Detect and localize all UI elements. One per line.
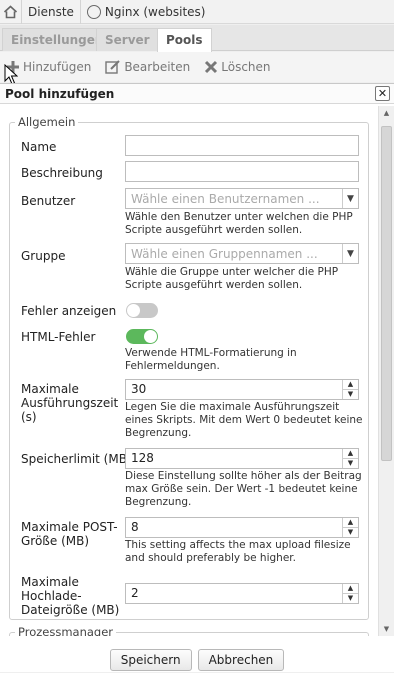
close-icon: ✕: [377, 87, 388, 100]
post-max-input[interactable]: 8 ▲ ▼: [125, 517, 359, 538]
spin-up-icon[interactable]: ▲: [343, 584, 358, 594]
close-button[interactable]: ✕: [375, 86, 390, 101]
upload-max-label: Maximale Hochlade-Dateigröße (MB): [21, 575, 120, 617]
scroll-up-icon[interactable]: ▲: [379, 106, 394, 120]
process-manager-legend: Prozessmanager: [15, 625, 117, 636]
spin-down-icon[interactable]: ▼: [343, 459, 358, 469]
spin-down-icon[interactable]: ▼: [343, 594, 358, 604]
max-exec-time-input[interactable]: 30 ▲ ▼: [125, 379, 359, 400]
chevron-down-icon: ▼: [342, 189, 358, 208]
html-errors-help: Verwende HTML-Formatierung in Fehlermeld…: [125, 347, 297, 372]
cancel-button[interactable]: Abbrechen: [197, 648, 285, 671]
scrollbar-thumb[interactable]: [381, 126, 392, 461]
memory-limit-label: Speicherlimit (MB): [21, 452, 132, 466]
general-legend: Allgemein: [15, 115, 79, 129]
spin-down-icon[interactable]: ▼: [343, 390, 358, 400]
html-errors-toggle[interactable]: [126, 329, 158, 344]
breadcrumb-item-nginx[interactable]: Nginx (websites): [81, 0, 212, 24]
process-manager-fieldset: Prozessmanager: [9, 625, 369, 636]
vertical-scrollbar[interactable]: ▲ ▼: [378, 106, 394, 636]
spin-down-icon[interactable]: ▼: [343, 528, 358, 538]
upload-max-input[interactable]: 2 ▲ ▼: [125, 583, 359, 604]
edit-icon: [105, 59, 121, 74]
delete-button[interactable]: Löschen: [200, 55, 274, 79]
group-placeholder: Wähle einen Gruppennamen ...: [131, 247, 318, 261]
max-exec-time-value: 30: [131, 382, 147, 396]
post-max-label: Maximale POST-Größe (MB): [21, 520, 118, 548]
spin-up-icon[interactable]: ▲: [343, 518, 358, 528]
group-label: Gruppe: [21, 249, 66, 263]
memory-limit-help: Diese Einstellung sollte höher als der B…: [125, 470, 362, 508]
html-errors-label: HTML-Fehler: [21, 330, 96, 344]
max-exec-time-label: Maximale Ausführungszeit (s): [21, 382, 119, 424]
breadcrumb: Dienste Nginx (websites): [0, 0, 394, 24]
description-label: Beschreibung: [21, 166, 103, 180]
scroll-down-icon[interactable]: ▼: [379, 622, 394, 636]
upload-max-value: 2: [131, 586, 139, 600]
breadcrumb-item-services[interactable]: Dienste: [22, 0, 81, 24]
group-select[interactable]: Wähle einen Gruppennamen ... ▼: [125, 243, 359, 264]
spin-up-icon[interactable]: ▲: [343, 380, 358, 390]
general-fieldset: Allgemein Name Beschreibung Benutzer Wäh…: [9, 115, 369, 620]
toggle-knob: [127, 304, 140, 317]
toolbar: Hinzufügen Bearbeiten Löschen: [0, 52, 394, 82]
chevron-down-icon: ▼: [342, 244, 358, 263]
close-icon: [205, 60, 218, 74]
globe-icon: [86, 4, 101, 19]
dialog-content: Allgemein Name Beschreibung Benutzer Wäh…: [0, 106, 394, 636]
add-pool-dialog: Pool hinzufügen ✕ Allgemein Name Beschre…: [0, 83, 394, 672]
name-label: Name: [21, 140, 57, 154]
memory-limit-value: 128: [131, 451, 154, 465]
user-placeholder: Wähle einen Benutzernamen ...: [131, 192, 320, 206]
post-max-help: This setting affects the max upload file…: [125, 539, 351, 564]
group-help: Wähle die Gruppe unter welcher die PHP S…: [125, 266, 339, 291]
description-input[interactable]: [125, 161, 359, 182]
home-icon[interactable]: [0, 0, 22, 24]
dialog-title: Pool hinzufügen: [5, 86, 115, 101]
user-select[interactable]: Wähle einen Benutzernamen ... ▼: [125, 188, 359, 209]
max-exec-time-help: Legen Sie die maximale Ausführungszeit e…: [125, 401, 363, 439]
user-help: Wähle den Benutzer unter welchen die PHP…: [125, 211, 353, 236]
edit-button[interactable]: Bearbeiten: [101, 55, 194, 79]
spin-up-icon[interactable]: ▲: [343, 449, 358, 459]
show-errors-label: Fehler anzeigen: [21, 304, 117, 318]
memory-limit-input[interactable]: 128 ▲ ▼: [125, 448, 359, 469]
name-input[interactable]: [125, 135, 359, 156]
tab-bar: Einstellungen Server Pools: [0, 25, 394, 52]
toggle-knob: [144, 330, 157, 343]
user-label: Benutzer: [21, 194, 76, 208]
post-max-value: 8: [131, 520, 139, 534]
show-errors-toggle[interactable]: [126, 303, 158, 318]
tab-pools[interactable]: Pools: [157, 28, 212, 52]
tab-server[interactable]: Server: [96, 28, 159, 51]
dialog-footer: Speichern Abbrechen: [0, 646, 394, 673]
save-button[interactable]: Speichern: [109, 648, 192, 671]
